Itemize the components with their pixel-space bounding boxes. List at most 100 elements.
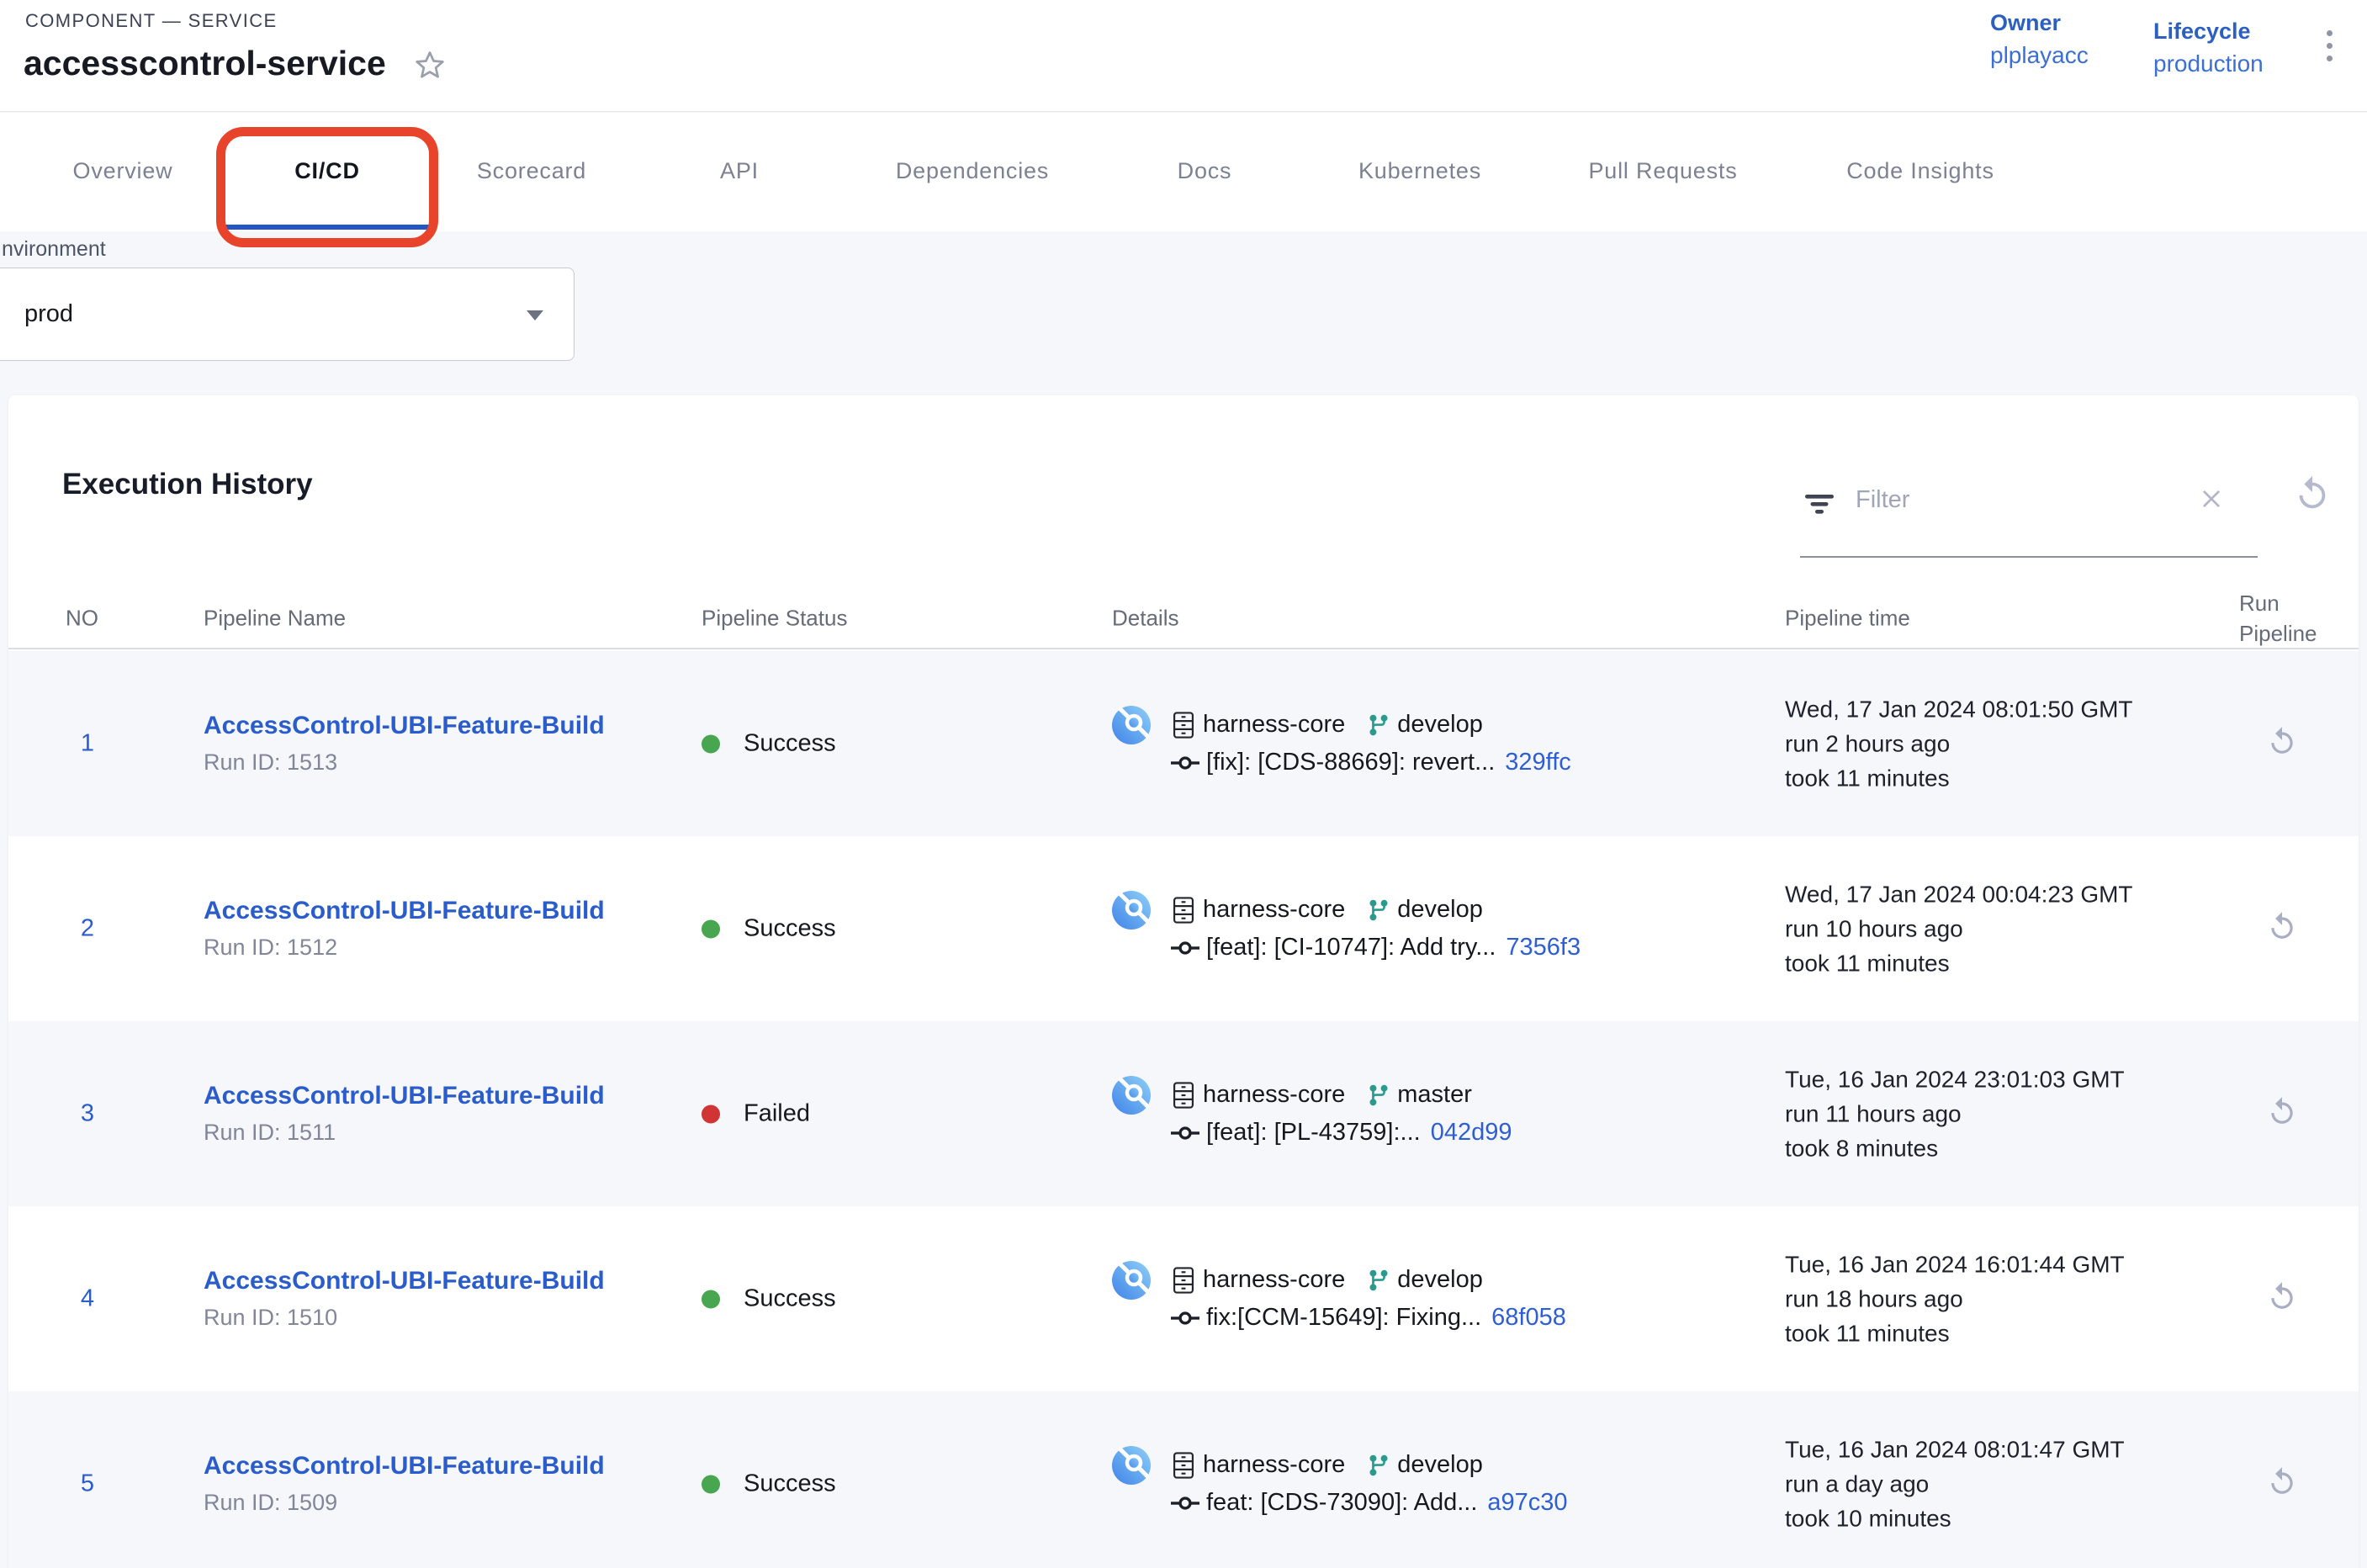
tab-docs[interactable]: Docs bbox=[1178, 158, 1232, 184]
status-text: Success bbox=[744, 915, 836, 943]
cicd-page: COMPONENT — SERVICE accesscontrol-servic… bbox=[0, 0, 2367, 1568]
pipeline-time: Tue, 16 Jan 2024 16:01:44 GMT run 18 hou… bbox=[1785, 1248, 2125, 1351]
col-header-status: Pipeline Status bbox=[702, 606, 847, 632]
col-header-time: Pipeline time bbox=[1785, 606, 1910, 632]
status-text: Success bbox=[744, 1470, 836, 1498]
tab-kubernetes[interactable]: Kubernetes bbox=[1358, 158, 1481, 184]
status-dot bbox=[702, 734, 720, 753]
col-header-run: Run Pipeline bbox=[2239, 588, 2357, 649]
page-header: COMPONENT — SERVICE accesscontrol-servic… bbox=[0, 0, 2367, 112]
filter-underline bbox=[1800, 556, 2258, 558]
tab-pull-requests[interactable]: Pull Requests bbox=[1589, 158, 1738, 184]
repo-icon bbox=[1171, 711, 1196, 739]
pipeline-name-link[interactable]: AccessControl-UBI-Feature-Build bbox=[204, 897, 605, 925]
pipeline-time: Wed, 17 Jan 2024 00:04:23 GMT run 10 hou… bbox=[1785, 877, 2133, 981]
status-dot bbox=[702, 1475, 720, 1493]
repo-name: harness-core bbox=[1203, 1266, 1345, 1294]
entity-kind-label: COMPONENT — SERVICE bbox=[25, 10, 278, 32]
tab-api[interactable]: API bbox=[720, 158, 759, 184]
lifecycle-label: Lifecycle bbox=[2153, 19, 2264, 45]
owner-link[interactable]: plplayacc bbox=[1990, 42, 2089, 69]
col-header-details: Details bbox=[1112, 606, 1178, 632]
run-id: Run ID: 1511 bbox=[204, 1120, 605, 1146]
status-dot bbox=[702, 919, 720, 938]
tab-overview[interactable]: Overview bbox=[73, 158, 173, 184]
commit-hash-link[interactable]: 7356f3 bbox=[1506, 934, 1581, 961]
branch-name: develop bbox=[1397, 896, 1483, 924]
tab-code-insights[interactable]: Code Insights bbox=[1846, 158, 1994, 184]
favorite-star-icon[interactable] bbox=[411, 47, 448, 84]
clear-filter-icon[interactable] bbox=[2197, 485, 2226, 517]
status-text: Success bbox=[744, 730, 836, 758]
pipeline-name-link[interactable]: AccessControl-UBI-Feature-Build bbox=[204, 712, 605, 740]
tab-scorecard[interactable]: Scorecard bbox=[477, 158, 586, 184]
status-text: Failed bbox=[744, 1100, 810, 1128]
repo-icon bbox=[1171, 1081, 1196, 1110]
tab-dependencies[interactable]: Dependencies bbox=[896, 158, 1049, 184]
table-row: 5 AccessControl-UBI-Feature-Build Run ID… bbox=[8, 1391, 2359, 1568]
row-number: 2 bbox=[67, 915, 108, 943]
run-id: Run ID: 1512 bbox=[204, 935, 605, 961]
commit-icon bbox=[1171, 1308, 1199, 1328]
repo-icon bbox=[1171, 1266, 1196, 1295]
owner-meta: Owner plplayacc bbox=[1990, 10, 2089, 69]
repo-name: harness-core bbox=[1203, 711, 1345, 739]
commit-message: fix:[CCM-15649]: Fixing... bbox=[1206, 1304, 1481, 1332]
rerun-pipeline-icon[interactable] bbox=[2266, 1466, 2298, 1502]
commit-message: feat: [CDS-73090]: Add... bbox=[1206, 1489, 1477, 1517]
pipeline-name-link[interactable]: AccessControl-UBI-Feature-Build bbox=[204, 1452, 605, 1481]
execution-history-card: Execution History NO Pipeline Name Pipel… bbox=[8, 395, 2359, 1568]
run-id: Run ID: 1509 bbox=[204, 1490, 605, 1516]
commit-message: [fix]: [CDS-88669]: revert... bbox=[1206, 749, 1495, 776]
more-options-kebab-icon[interactable] bbox=[2323, 27, 2336, 65]
rerun-pipeline-icon[interactable] bbox=[2266, 726, 2298, 762]
rerun-pipeline-icon[interactable] bbox=[2266, 1281, 2298, 1317]
active-tab-underline bbox=[224, 225, 432, 230]
table-row: 2 AccessControl-UBI-Feature-Build Run ID… bbox=[8, 836, 2359, 1021]
repo-name: harness-core bbox=[1203, 896, 1345, 924]
panel-title: Execution History bbox=[62, 468, 313, 501]
page-title: accesscontrol-service bbox=[24, 44, 386, 83]
harness-pipeline-icon bbox=[1112, 891, 1151, 930]
commit-icon bbox=[1171, 938, 1199, 958]
status-text: Success bbox=[744, 1285, 836, 1313]
tab-cicd[interactable]: CI/CD bbox=[294, 158, 360, 184]
environment-select[interactable]: prod bbox=[0, 268, 575, 361]
repo-icon bbox=[1171, 896, 1196, 924]
branch-icon bbox=[1367, 1269, 1390, 1292]
harness-pipeline-icon bbox=[1112, 1076, 1151, 1115]
filter-input[interactable] bbox=[1856, 479, 2175, 520]
repo-name: harness-core bbox=[1203, 1081, 1345, 1109]
rerun-pipeline-icon[interactable] bbox=[2266, 911, 2298, 947]
harness-pipeline-icon bbox=[1112, 706, 1151, 744]
lifecycle-meta: Lifecycle production bbox=[2153, 19, 2264, 77]
status-dot bbox=[702, 1104, 720, 1123]
commit-hash-link[interactable]: 68f058 bbox=[1491, 1304, 1566, 1332]
owner-label: Owner bbox=[1990, 10, 2089, 36]
pipeline-time: Tue, 16 Jan 2024 23:01:03 GMT run 11 hou… bbox=[1785, 1062, 2125, 1166]
row-number: 3 bbox=[67, 1100, 108, 1128]
filter-icon bbox=[1802, 488, 1837, 526]
branch-name: master bbox=[1397, 1081, 1472, 1109]
col-header-no: NO bbox=[66, 606, 98, 632]
repo-name: harness-core bbox=[1203, 1451, 1345, 1479]
pipeline-time: Tue, 16 Jan 2024 08:01:47 GMT run a day … bbox=[1785, 1433, 2125, 1536]
commit-icon bbox=[1171, 1493, 1199, 1513]
repo-icon bbox=[1171, 1451, 1196, 1480]
commit-hash-link[interactable]: a97c30 bbox=[1487, 1489, 1567, 1517]
pipeline-name-link[interactable]: AccessControl-UBI-Feature-Build bbox=[204, 1267, 605, 1295]
branch-icon bbox=[1367, 713, 1390, 737]
table-header-row: NO Pipeline Name Pipeline Status Details… bbox=[8, 589, 2359, 649]
table-body: 1 AccessControl-UBI-Feature-Build Run ID… bbox=[8, 651, 2359, 1568]
row-number: 5 bbox=[67, 1470, 108, 1498]
pipeline-name-link[interactable]: AccessControl-UBI-Feature-Build bbox=[204, 1082, 605, 1110]
commit-hash-link[interactable]: 042d99 bbox=[1431, 1119, 1512, 1147]
commit-message: [feat]: [CI-10747]: Add try... bbox=[1206, 934, 1496, 961]
rerun-pipeline-icon[interactable] bbox=[2266, 1096, 2298, 1132]
environment-label: nvironment bbox=[2, 237, 106, 262]
lifecycle-link[interactable]: production bbox=[2153, 50, 2264, 77]
branch-icon bbox=[1367, 1454, 1390, 1477]
refresh-icon[interactable] bbox=[2293, 474, 2332, 517]
commit-message: [feat]: [PL-43759]:... bbox=[1206, 1119, 1421, 1147]
commit-hash-link[interactable]: 329ffc bbox=[1505, 749, 1570, 776]
